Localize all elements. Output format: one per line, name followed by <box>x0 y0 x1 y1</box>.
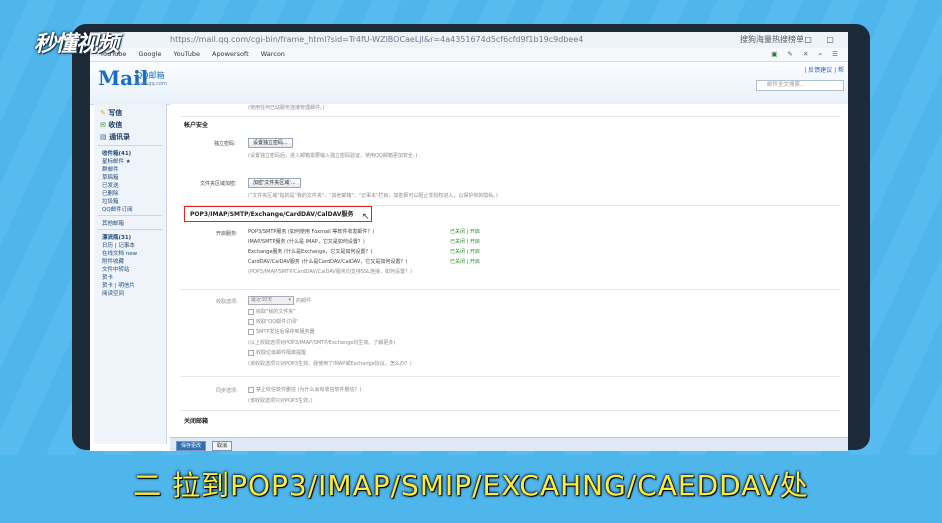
sidebar-item[interactable]: 已删除 <box>102 189 119 197</box>
sidebar-item[interactable]: 垃圾箱 <box>102 197 119 205</box>
recv-option: 收取"我的文件夹" <box>256 309 296 315</box>
receive-button[interactable]: ✉ 收信 <box>100 120 122 130</box>
bookmark-item[interactable]: Apowersoft <box>212 50 249 58</box>
sidebar-item[interactable]: 阅读空间 <box>102 289 124 297</box>
browser-screen: https://mail.qq.com/cgi-bin/frame_html?s… <box>90 32 848 451</box>
recv-range-suffix: 的邮件 <box>296 298 312 304</box>
sidebar: ✎ 写信 ✉ 收信 ▤ 通讯录 收件箱(41) 星标邮件 ★ 群邮件 草稿箱 已… <box>94 104 167 444</box>
bookmark-item[interactable]: YouTube <box>174 50 200 58</box>
browser-right-label: 搜狗海量热搜榜单 <box>740 35 804 44</box>
recv-note: (该收取选项只对POP3生效。我使用了IMAP或Exchange协议，怎么办？) <box>248 361 412 367</box>
qqmail-logo-sub: QQ邮箱 <box>136 71 165 80</box>
contacts-icon: ▤ <box>100 133 107 141</box>
write-button[interactable]: ✎ 写信 <box>100 108 122 118</box>
service-name: CardDAV/CalDAV服务 (什么是CardDAV/CalDAV，它又是如… <box>248 259 408 265</box>
service-name: IMAP/SMTP服务 (什么是 IMAP，它又是如何设置？) <box>248 239 365 245</box>
close-mail-title: 关闭邮箱 <box>184 418 209 425</box>
mail-search-input[interactable]: 邮件全文搜索... <box>756 80 844 91</box>
sync-note: (该收取选项只对POP3生效。) <box>248 398 313 404</box>
sidebar-divider <box>98 229 162 230</box>
services-note: (POP3/IMAP/SMTP/CardDAV/CalDAV服务均支持SSL连接… <box>248 269 412 275</box>
url-text[interactable]: https://mail.qq.com/cgi-bin/frame_html?s… <box>170 32 583 48</box>
sidebar-item[interactable]: 贺卡 | 明信片 <box>102 281 135 289</box>
sidebar-divider <box>98 215 162 216</box>
sidebar-item[interactable]: 草稿箱 <box>102 173 119 181</box>
enable-service-label: 开启服务: <box>216 231 238 237</box>
pop-section-header: POP3/IMAP/SMTP/Exchange/CardDAV/CalDAV服务… <box>176 206 376 224</box>
qqmail-header: Mail QQ邮箱 mail.qq.com | 反馈建议 | 帮 邮件全文搜索.… <box>90 62 848 105</box>
video-watermark: 秒懂视频 <box>34 32 119 57</box>
account-security-title: 帐户安全 <box>184 122 209 129</box>
contacts-label: 通讯录 <box>109 133 131 141</box>
video-subtitle: 二 拉到POP3/IMAP/SMIP/EXCAHNG/CAEDDAV处 <box>133 469 809 502</box>
sync-checkbox[interactable] <box>248 387 254 393</box>
sidebar-item[interactable]: 漂流瓶(31) <box>102 233 131 241</box>
save-button[interactable]: 保存更改 <box>176 441 207 451</box>
toolbar-icons[interactable]: ▣ ✎ ✕ ⌕ ☰ <box>771 48 842 61</box>
recv-checkbox[interactable] <box>248 350 254 356</box>
bookmarks-bar: YouTube Google YouTube Apowersoft Warcon… <box>90 48 848 62</box>
set-independent-pwd-button[interactable]: 设置独立密码... <box>248 138 293 148</box>
divider <box>180 116 840 117</box>
recv-checkbox[interactable] <box>248 319 254 325</box>
receive-label: 收信 <box>108 121 123 129</box>
service-name: Exchange服务 (什么是Exchange，它又是如何设置？) <box>248 249 373 255</box>
recv-option: 收取"QQ邮件订阅" <box>256 319 299 325</box>
cancel-button[interactable]: 取消 <box>212 441 233 451</box>
sidebar-item[interactable]: 群邮件 <box>102 165 119 173</box>
recv-label: 收取选项: <box>216 299 238 305</box>
qqmail-logo-domain: mail.qq.com <box>136 81 167 87</box>
file-area-label: 文件夹区域加密: <box>200 181 237 187</box>
sidebar-item[interactable]: QQ邮件订阅 <box>102 205 133 213</box>
service-status[interactable]: 已关闭 | 开启 <box>450 238 480 245</box>
sidebar-item[interactable]: 贺卡 <box>102 273 113 281</box>
independent-pwd-note: (设置独立密码后，进入邮箱需要输入独立密码验证，使用QQ邮箱更加安全。) <box>248 153 418 159</box>
recv-option: 收取垃圾邮件隔离提醒 <box>256 350 307 356</box>
service-status[interactable]: 已关闭 | 开启 <box>450 248 480 255</box>
sidebar-item[interactable]: 已发送 <box>102 181 119 189</box>
recv-checkbox[interactable] <box>248 309 254 315</box>
top-note: (使用任何已站服务连接管理邮件。) <box>248 105 325 111</box>
recv-option: SMTP发信后保存到服务器 <box>256 329 315 335</box>
independent-pwd-label: 独立密码: <box>214 141 236 147</box>
service-status[interactable]: 已关闭 | 开启 <box>450 228 480 235</box>
top-links[interactable]: | 反馈建议 | 帮 <box>804 65 844 74</box>
browser-controls-icon[interactable]: ▢ ▢ <box>804 32 840 48</box>
divider <box>180 410 840 411</box>
pen-icon: ✎ <box>100 109 106 117</box>
settings-content: (使用任何已站服务连接管理邮件。) 帐户安全 独立密码: 设置独立密码... (… <box>170 104 848 442</box>
sidebar-item[interactable]: 附件收藏 <box>102 257 124 265</box>
inbox-icon: ✉ <box>100 121 106 129</box>
sidebar-item[interactable]: 在线文档 new <box>102 249 137 257</box>
sync-option: 禁止收信软件删信 (为什么会有收信软件删信？) <box>256 387 362 393</box>
mouse-cursor-icon: ↖ <box>362 212 370 222</box>
sidebar-item[interactable]: 日历 | 记事本 <box>102 241 135 249</box>
recv-checkbox[interactable] <box>248 329 254 335</box>
encrypt-file-area-button[interactable]: 加密'文件夹区域'... <box>248 178 301 188</box>
sidebar-item[interactable]: 收件箱(41) <box>102 149 131 157</box>
sidebar-divider <box>98 145 162 146</box>
bookmark-item[interactable]: Warcon <box>261 50 285 58</box>
footer-bar: 保存更改 取消 <box>170 437 848 451</box>
sync-label: 同步选项: <box>216 388 238 394</box>
chevron-down-icon: ▾ <box>288 297 291 303</box>
recv-range-value: 最近30天 <box>251 297 273 303</box>
divider <box>180 376 840 377</box>
service-status[interactable]: 已关闭 | 开启 <box>450 258 480 265</box>
recv-range-select[interactable]: 最近30天 ▾ <box>248 296 294 305</box>
sidebar-item[interactable]: 其他邮箱 <box>102 219 124 227</box>
sidebar-item[interactable]: 星标邮件 ★ <box>102 157 131 165</box>
divider <box>180 289 840 290</box>
write-label: 写信 <box>108 109 123 117</box>
recv-note: (以上收取选项对POP3/IMAP/SMTP/Exchange均生效。了解更多) <box>248 340 396 346</box>
service-name: POP3/SMTP服务 (如何使用 Foxmail 等软件收发邮件？) <box>248 229 375 235</box>
bookmark-item[interactable]: Google <box>139 50 162 58</box>
file-area-note: ("文件夹区域"指的是"我的文件夹"、"其他邮箱"、"记事本"栏目，加密即可以阻… <box>248 193 498 199</box>
contacts-button[interactable]: ▤ 通讯录 <box>100 132 130 142</box>
address-bar[interactable]: https://mail.qq.com/cgi-bin/frame_html?s… <box>90 32 848 49</box>
pop-section-title: POP3/IMAP/SMTP/Exchange/CardDAV/CalDAV服务 <box>190 211 354 218</box>
sidebar-item[interactable]: 文件中转站 <box>102 265 130 273</box>
